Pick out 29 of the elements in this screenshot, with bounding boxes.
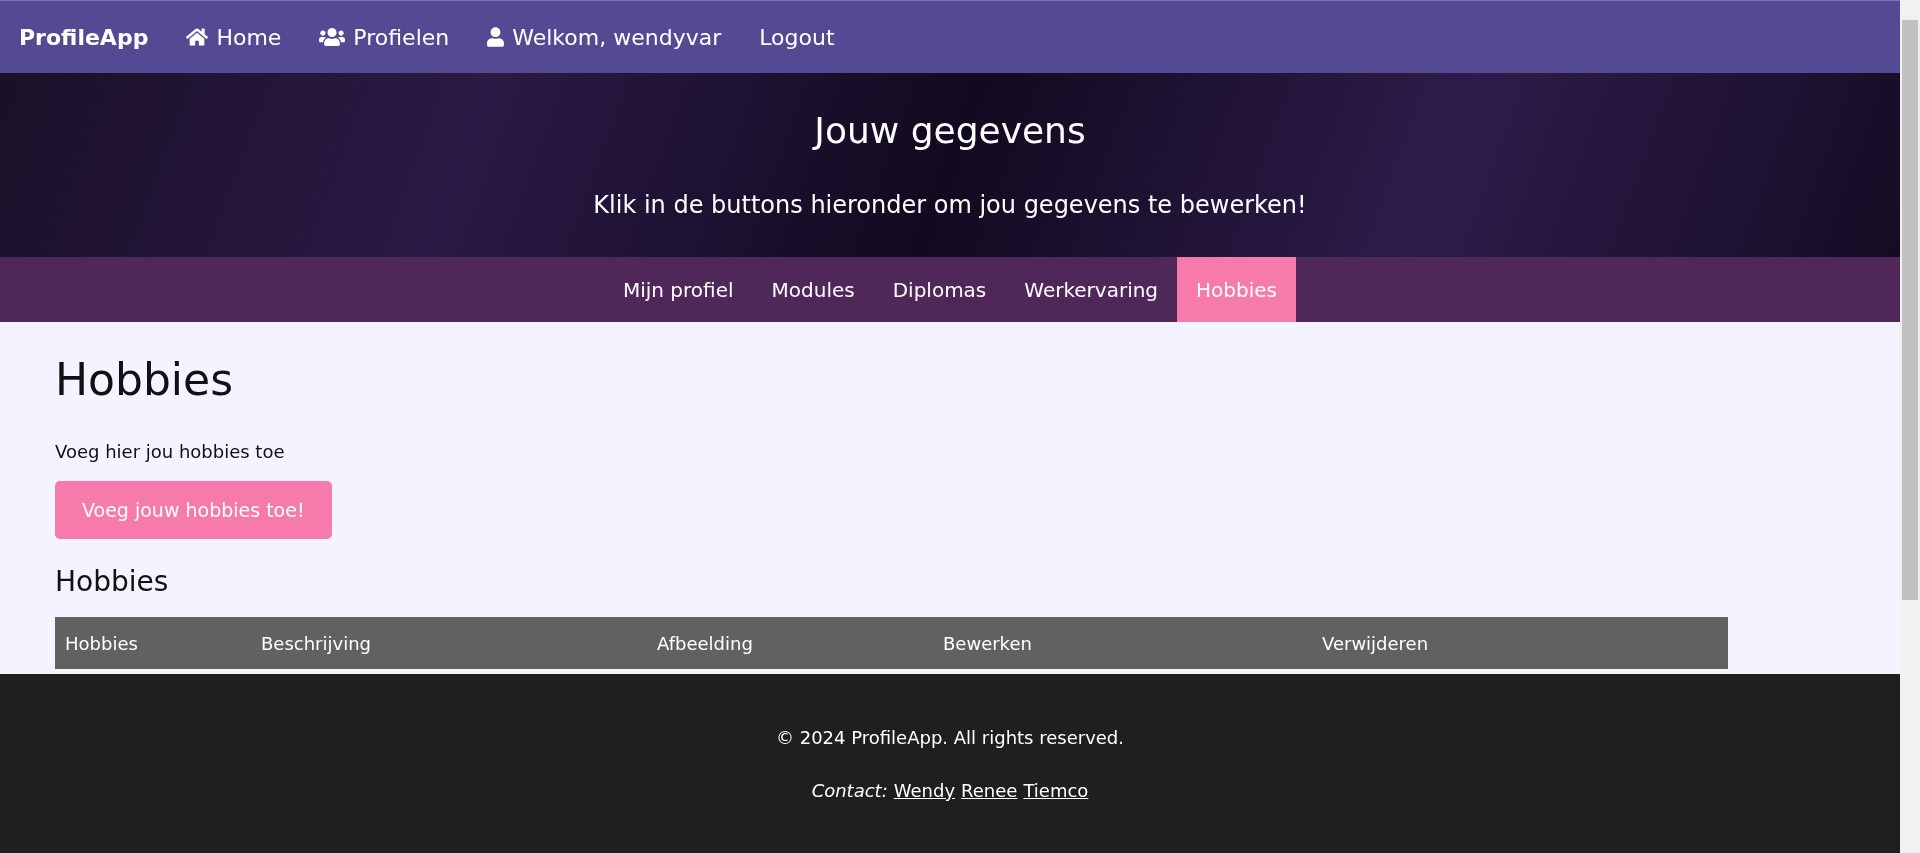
contact-link[interactable]: Renee <box>961 776 1018 804</box>
nav-link[interactable]: Welkom, wendyvar <box>487 20 722 54</box>
column-header: Verwijderen <box>1322 632 1429 654</box>
tab[interactable]: Diplomas <box>873 257 1006 322</box>
copyright-text: © 2024 ProfileApp. All rights reserved. <box>775 725 1125 750</box>
column-header: Afbeelding <box>657 632 753 654</box>
column-header: Bewerken <box>943 632 1032 654</box>
nav-link[interactable]: Logout <box>759 20 835 54</box>
nav-link[interactable]: Home <box>186 20 282 54</box>
home-icon <box>186 26 209 48</box>
nav-link[interactable]: Profielen <box>319 20 450 54</box>
intro-text: Voeg hier jou hobbies toe <box>55 440 286 464</box>
section-heading: Hobbies <box>55 564 170 600</box>
hero-subtitle: Klik in de buttons hieronder om jou gegevens te bewerken! <box>593 193 1307 217</box>
scrollbar[interactable] <box>1900 0 1920 853</box>
scrollbar-thumb[interactable] <box>1902 20 1918 600</box>
tab[interactable]: Modules <box>752 257 874 322</box>
column-header: Hobbies <box>65 632 138 654</box>
brand-link[interactable]: ProfileApp <box>19 20 149 54</box>
column-header: Beschrijving <box>261 632 371 654</box>
contact-link[interactable]: Tiemco <box>1023 776 1089 804</box>
hero-title: Jouw gegevens <box>814 113 1086 149</box>
contact-label: Contact: <box>811 778 888 803</box>
page-heading: Hobbies <box>55 353 235 407</box>
user-icon <box>487 27 505 47</box>
users-icon <box>319 26 346 48</box>
tab[interactable]: Mijn profiel <box>603 257 753 322</box>
tab[interactable]: Werkervaring <box>1005 257 1178 322</box>
contact-link[interactable]: Wendy <box>893 776 956 804</box>
